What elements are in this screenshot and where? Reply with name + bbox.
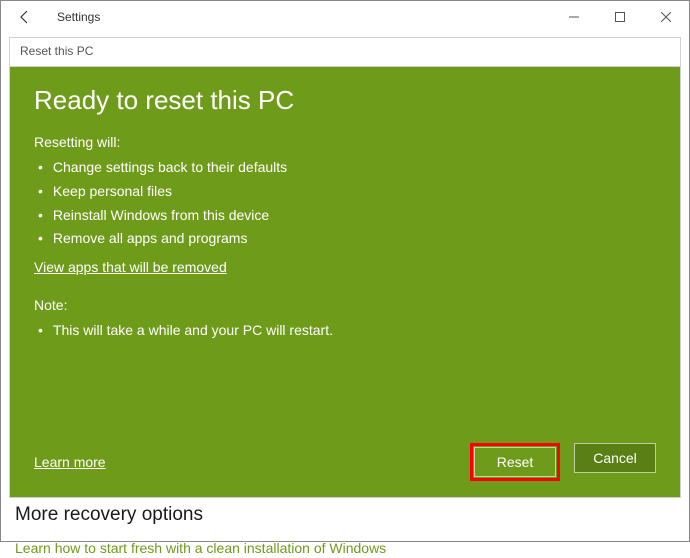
note-list: This will take a while and your PC will … (34, 319, 656, 343)
dialog-title: Ready to reset this PC (34, 85, 656, 116)
resetting-will-list: Change settings back to their defaults K… (34, 156, 656, 251)
app-title: Settings (57, 10, 100, 24)
more-recovery-heading: More recovery options (15, 504, 675, 526)
titlebar: Settings (1, 1, 689, 33)
dialog-body: Ready to reset this PC Resetting will: C… (10, 67, 680, 497)
back-button[interactable] (9, 1, 41, 33)
window-controls (551, 1, 689, 33)
page-content-below: More recovery options Learn how to start… (1, 498, 689, 558)
reset-dialog: Reset this PC Ready to reset this PC Res… (9, 37, 681, 498)
list-item: This will take a while and your PC will … (34, 319, 656, 343)
list-item: Change settings back to their defaults (34, 156, 656, 180)
reset-button[interactable]: Reset (474, 447, 556, 477)
minimize-button[interactable] (551, 1, 597, 33)
note-heading: Note: (34, 297, 656, 313)
learn-more-link[interactable]: Learn more (34, 454, 106, 470)
close-button[interactable] (643, 1, 689, 33)
cancel-button[interactable]: Cancel (574, 443, 656, 473)
dialog-header: Reset this PC (10, 38, 680, 67)
maximize-button[interactable] (597, 1, 643, 33)
reset-highlight: Reset (470, 443, 560, 481)
view-apps-link[interactable]: View apps that will be removed (34, 259, 227, 275)
list-item: Keep personal files (34, 180, 656, 204)
dialog-buttons: Reset Cancel (470, 443, 656, 481)
fresh-start-link[interactable]: Learn how to start fresh with a clean in… (15, 540, 386, 556)
list-item: Remove all apps and programs (34, 227, 656, 251)
list-item: Reinstall Windows from this device (34, 204, 656, 228)
resetting-will-heading: Resetting will: (34, 134, 656, 150)
dialog-footer: Learn more Reset Cancel (34, 443, 656, 481)
